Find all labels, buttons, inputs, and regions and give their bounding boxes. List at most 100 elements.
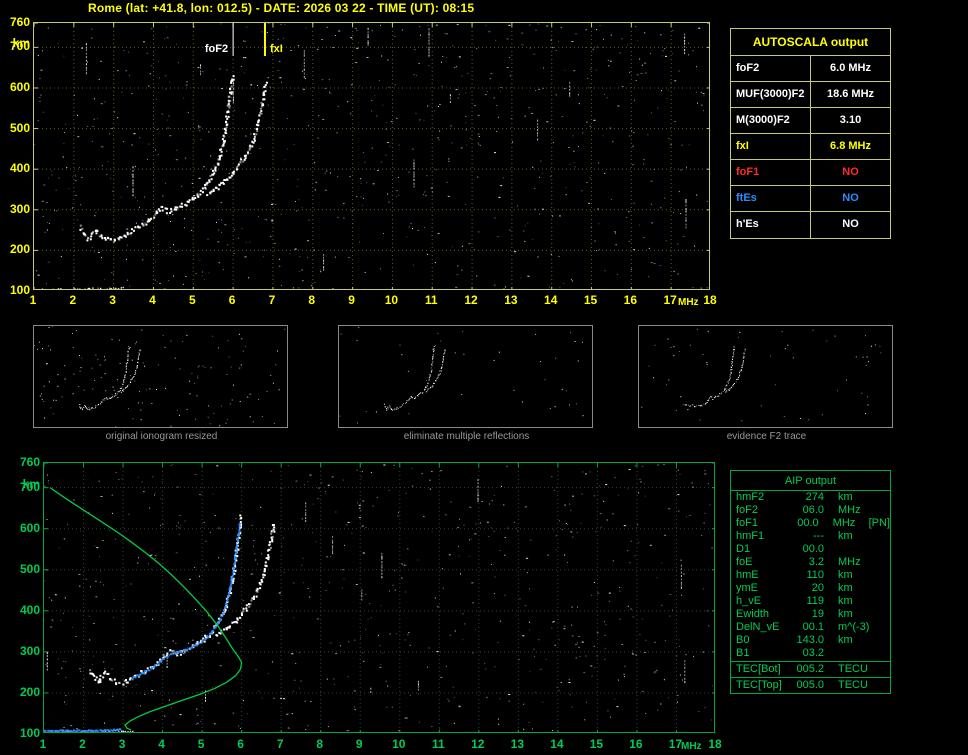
y-tick-label: 760 <box>9 15 30 29</box>
y-tick-label: 600 <box>9 79 30 94</box>
frame-ticks <box>34 23 709 289</box>
noise-layer <box>641 328 882 422</box>
autoscala-row-h'Es: h'Es NO <box>731 212 890 238</box>
x-tick-label: 4 <box>158 737 165 751</box>
autoscala-param-value: 6.8 MHz <box>830 140 871 152</box>
x-tick-label: 5 <box>188 293 196 307</box>
autoscala-row-foF2: foF2 6.0 MHz <box>731 56 890 82</box>
aip-row-hmE: hmE 110 km <box>731 569 890 582</box>
aip-param-unit: m^(-3) <box>838 621 870 633</box>
aip-param-label: ymE <box>736 582 758 594</box>
aip-row-TEC[Bot]: TEC[Bot] 005.2 TECU <box>731 663 890 676</box>
thumbnail-caption-original: original ionogram resized <box>105 431 218 442</box>
aip-table: AIP output hmF2 274 km foF2 06.0 MHz foF1 00.0 M… <box>730 470 891 694</box>
bottom-ionogram-plot <box>43 462 715 733</box>
x-tick-label: 4 <box>149 293 156 307</box>
x-tick-label: 11 <box>424 293 438 307</box>
aip-row-B1: B1 03.2 <box>731 647 890 660</box>
x-tick-label: 6 <box>228 293 236 307</box>
x-axis-unit-label: MHz <box>678 297 699 308</box>
aip-param-unit: MHz <box>838 556 861 568</box>
aip-param-value: 110 <box>806 569 824 581</box>
y-axis-unit-label: km <box>22 477 40 491</box>
aip-param-value: 005.0 <box>796 679 824 691</box>
autoscala-param-value: NO <box>842 166 859 178</box>
aip-param-label: B0 <box>736 634 750 646</box>
x-tick-label: 2 <box>69 293 77 307</box>
aip-param-value: --- <box>813 530 824 542</box>
aip-param-value: 274 <box>805 491 824 503</box>
aip-param-label: DelN_vE <box>736 621 780 633</box>
aip-param-unit: TECU <box>838 679 868 691</box>
y-tick-label: 100 <box>19 726 40 740</box>
y-tick-label: 300 <box>19 643 40 658</box>
aip-param-label: D1 <box>736 543 751 555</box>
page-title: Rome (lat: +41.8, lon: 012.5) - DATE: 20… <box>88 1 475 15</box>
aip-param-label: h_vE <box>736 595 762 607</box>
aip-param-label: TEC[Top] <box>736 679 782 691</box>
aip-param-unit: km <box>838 608 853 620</box>
aip-param-label: foF2 <box>736 504 759 516</box>
x-tick-label: 14 <box>544 293 558 307</box>
y-axis-unit-label: km <box>12 36 30 50</box>
aip-param-label: Ewidth <box>736 608 770 620</box>
aip-table-rows: hmF2 274 km foF2 06.0 MHz foF1 00.0 MHz [PN] hmF1 -… <box>731 491 890 692</box>
aip-param-value: 06.0 <box>802 504 824 516</box>
aip-param-unit: km <box>838 634 853 646</box>
x-tick-label: 9 <box>348 293 355 307</box>
x-tick-label: 10 <box>392 737 406 751</box>
aip-param-unit <box>838 543 872 556</box>
aip-param-label: hmF2 <box>736 491 765 503</box>
aip-param-value: 143.0 <box>796 634 824 646</box>
aip-param-value: 00.0 <box>802 543 824 555</box>
autoscala-row-fxI: fxI 6.8 MHz <box>731 134 890 160</box>
aip-param-unit: km <box>838 530 853 542</box>
aip-param-label: foF1 <box>736 517 759 529</box>
x-tick-label: 16 <box>623 293 638 307</box>
trace-layer <box>44 487 276 732</box>
trace-layer <box>683 346 746 408</box>
grid <box>34 23 709 289</box>
aip-param-value: 00.0 <box>797 517 819 529</box>
thumbnail-evidence-f2-trace <box>638 325 893 428</box>
aip-param-value: 19 <box>811 608 824 620</box>
autoscala-param-label: fxI <box>731 134 811 159</box>
x-tick-label: 3 <box>109 293 116 307</box>
aip-row-DelN_vE: DelN_vE 00.1 m^(-3) <box>731 621 890 634</box>
top-ionogram-plot: foF2 fxI <box>33 22 710 290</box>
aip-row-B0: B0 143.0 km <box>731 634 890 647</box>
aip-param-unit: MHz <box>838 504 861 516</box>
autoscala-param-value: NO <box>842 192 859 204</box>
aip-param-unit: km <box>838 569 853 581</box>
aip-param-unit: km <box>838 491 853 503</box>
x-tick-label: 5 <box>197 737 205 751</box>
y-tick-label: 100 <box>9 283 30 297</box>
aip-param-label: foE <box>736 556 753 568</box>
autoscala-row-M(3000)F2: M(3000)F2 3.10 <box>731 108 890 134</box>
aip-row-D1: D1 00.0 <box>731 543 890 556</box>
aip-param-value: 00.1 <box>802 621 824 633</box>
thumbnail-eliminate-reflections <box>338 325 593 428</box>
autoscala-table: AUTOSCALA output foF2 6.0 MHz MUF(3000)F2 1… <box>730 28 891 239</box>
aip-separator <box>731 661 890 662</box>
autoscala-param-value: 3.10 <box>839 114 862 126</box>
autoscala-param-label: foF2 <box>731 56 811 81</box>
y-tick-label: 500 <box>9 120 30 135</box>
aip-row-hmF1: hmF1 --- km <box>731 530 890 543</box>
autoscala-param-label: MUF(3000)F2 <box>731 82 811 107</box>
aip-row-h_vE: h_vE 119 km <box>731 595 890 608</box>
screen: { "header": { "title": "Rome (lat: +41.8… <box>0 0 968 755</box>
x-tick-label: 8 <box>308 293 316 307</box>
x-tick-label: 13 <box>510 737 525 751</box>
x-tick-label: 2 <box>79 737 86 751</box>
aip-param-unit: TECU <box>838 663 868 675</box>
autoscala-param-label: h'Es <box>731 212 811 238</box>
thumbnail-caption-evidence: evidence F2 trace <box>726 431 807 442</box>
x-tick-label: 14 <box>550 737 564 751</box>
aip-param-label: TEC[Bot] <box>736 663 781 675</box>
aip-param-unit: km <box>838 595 853 607</box>
marker-label-fxI: fxI <box>270 43 283 55</box>
x-tick-label: 6 <box>237 737 244 751</box>
grid <box>44 463 714 732</box>
autoscala-table-rows: foF2 6.0 MHz MUF(3000)F2 18.6 MHz M(3000)F2 3… <box>731 56 890 238</box>
